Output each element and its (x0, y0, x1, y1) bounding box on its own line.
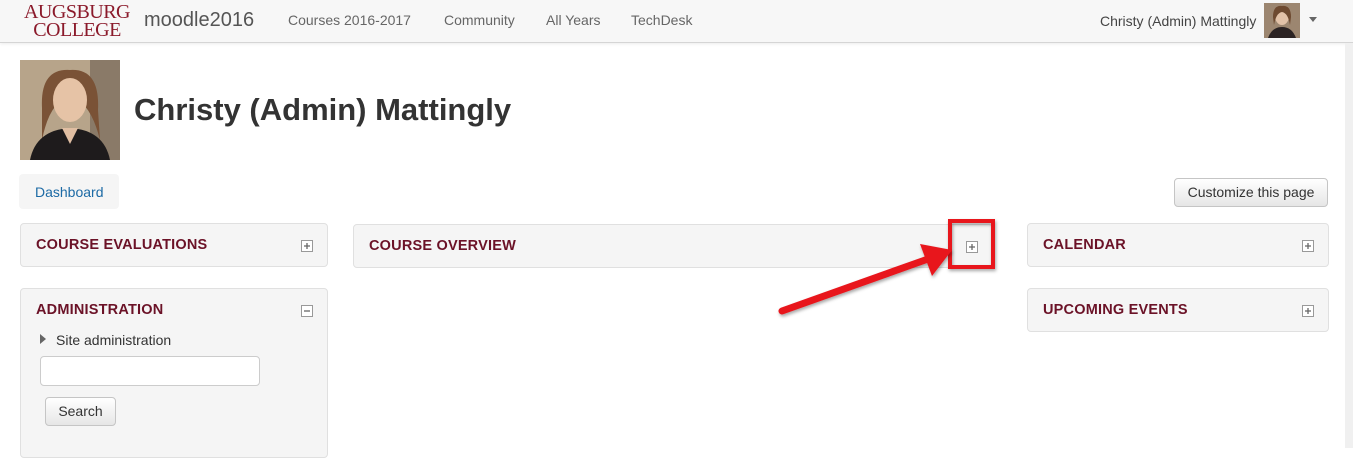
profile-picture (20, 60, 120, 160)
nav-link-courses[interactable]: Courses 2016-2017 (288, 12, 411, 28)
user-avatar-icon[interactable] (1264, 3, 1300, 38)
augsburg-college-logo[interactable]: AUGSBURG COLLEGE (20, 1, 134, 41)
customize-page-button[interactable]: Customize this page (1174, 178, 1328, 207)
breadcrumb: Dashboard (19, 174, 119, 209)
course-overview-block: COURSE OVERVIEW (353, 224, 993, 268)
user-menu-name[interactable]: Christy (Admin) Mattingly (1100, 13, 1256, 29)
expand-arrow-icon[interactable] (40, 334, 46, 344)
block-title-course-overview: COURSE OVERVIEW (369, 238, 516, 254)
calendar-block: CALENDAR (1027, 223, 1329, 267)
admin-search-input[interactable] (40, 356, 260, 386)
site-administration-link[interactable]: Site administration (56, 332, 171, 348)
upcoming-events-block: UPCOMING EVENTS (1027, 288, 1329, 332)
expand-icon[interactable] (1302, 240, 1314, 252)
page-title: Christy (Admin) Mattingly (134, 92, 512, 127)
search-button[interactable]: Search (45, 397, 116, 426)
expand-icon[interactable] (301, 240, 313, 252)
vertical-scrollbar[interactable] (1345, 43, 1353, 448)
block-title-upcoming-events: UPCOMING EVENTS (1043, 302, 1188, 318)
block-title-administration: ADMINISTRATION (36, 302, 164, 318)
collapse-icon[interactable] (301, 305, 313, 317)
nav-link-community[interactable]: Community (444, 12, 515, 28)
site-name[interactable]: moodle2016 (144, 9, 254, 32)
breadcrumb-dashboard-link[interactable]: Dashboard (35, 184, 104, 200)
nav-link-techdesk[interactable]: TechDesk (631, 12, 692, 28)
course-evaluations-block: COURSE EVALUATIONS (20, 223, 328, 267)
top-navbar: AUGSBURG COLLEGE moodle2016 Courses 2016… (0, 0, 1353, 43)
expand-icon[interactable] (1302, 305, 1314, 317)
expand-icon[interactable] (966, 241, 978, 253)
block-title-course-evaluations: COURSE EVALUATIONS (36, 237, 208, 253)
logo-line-2: COLLEGE (33, 19, 121, 41)
block-title-calendar: CALENDAR (1043, 237, 1126, 253)
nav-link-all-years[interactable]: All Years (546, 12, 600, 28)
chevron-down-icon[interactable] (1309, 17, 1317, 22)
